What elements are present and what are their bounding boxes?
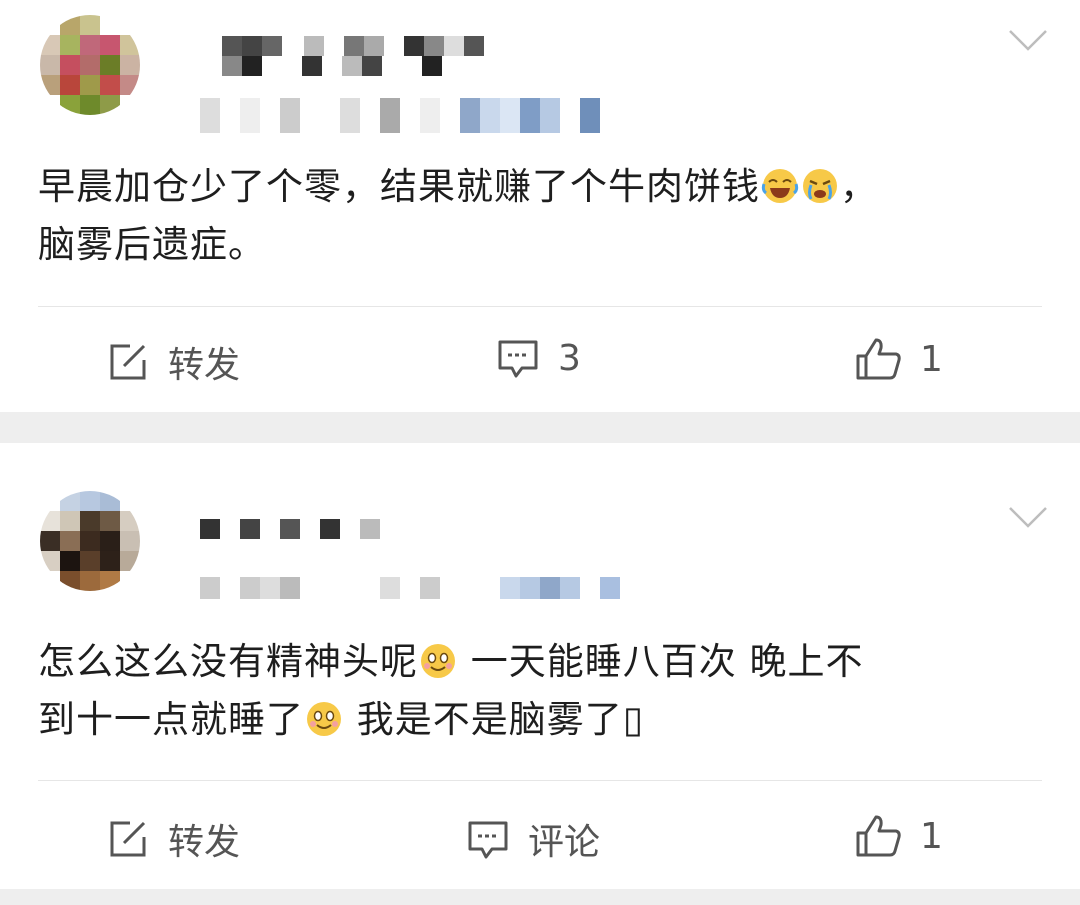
like-count: 1 bbox=[920, 338, 943, 380]
comment-button[interactable]: 3 bbox=[496, 336, 581, 380]
repost-label: 转发 bbox=[168, 822, 241, 863]
thumbs-up-icon bbox=[856, 338, 901, 380]
smile-emoji bbox=[307, 702, 341, 736]
repost-button[interactable]: 转发 bbox=[106, 813, 240, 865]
divider bbox=[38, 306, 1042, 307]
post-card: 早晨加仓少了个零，结果就赚了个牛肉饼钱 ， 脑雾后遗症。 转发 3 1 bbox=[0, 0, 1080, 412]
like-button[interactable]: 1 bbox=[854, 336, 943, 382]
crying-emoji bbox=[803, 169, 837, 203]
chevron-down-icon[interactable] bbox=[1008, 28, 1048, 52]
like-count: 1 bbox=[920, 815, 943, 857]
username-redacted-row2 bbox=[222, 56, 442, 76]
comment-icon bbox=[498, 340, 538, 378]
post-meta-redacted bbox=[200, 577, 620, 599]
repost-label: 转发 bbox=[168, 345, 241, 386]
thumbs-up-icon bbox=[856, 815, 901, 857]
divider bbox=[38, 780, 1042, 781]
post-content: 怎么这么没有精神头呢 一天能睡八百次 晚上不 到十一点就睡了 我是不是脑雾了▯ bbox=[38, 633, 1038, 749]
smile-emoji bbox=[421, 644, 455, 678]
post-text-line1a: 怎么这么没有精神头呢 bbox=[38, 640, 418, 683]
repost-button[interactable]: 转发 bbox=[106, 336, 240, 388]
laughing-tears-emoji bbox=[761, 169, 799, 203]
comment-count: 3 bbox=[558, 337, 581, 379]
post-text-punct: ， bbox=[840, 165, 878, 208]
username-redacted[interactable] bbox=[200, 519, 380, 539]
like-button[interactable]: 1 bbox=[854, 813, 943, 859]
post-text-line1: 早晨加仓少了个零，结果就赚了个牛肉饼钱 bbox=[38, 165, 760, 208]
avatar[interactable] bbox=[40, 15, 140, 115]
username-redacted[interactable] bbox=[222, 36, 484, 56]
missing-glyph: ▯ bbox=[622, 698, 645, 741]
comment-label: 评论 bbox=[528, 822, 601, 863]
comment-icon bbox=[468, 821, 508, 859]
avatar[interactable] bbox=[40, 491, 140, 591]
chevron-down-icon[interactable] bbox=[1008, 505, 1048, 529]
post-content: 早晨加仓少了个零，结果就赚了个牛肉饼钱 ， 脑雾后遗症。 bbox=[38, 158, 1038, 274]
post-text-line2b: 我是不是脑雾了 bbox=[344, 698, 623, 741]
post-text-line1b: 一天能睡八百次 晚上不 bbox=[458, 640, 864, 683]
comment-button[interactable]: 评论 bbox=[466, 813, 600, 865]
post-meta-redacted bbox=[200, 98, 600, 133]
post-text-line2a: 到十一点就睡了 bbox=[38, 698, 304, 741]
repost-icon bbox=[110, 344, 146, 380]
repost-icon bbox=[110, 821, 146, 857]
post-text-line2: 脑雾后遗症。 bbox=[38, 223, 266, 266]
post-card: 怎么这么没有精神头呢 一天能睡八百次 晚上不 到十一点就睡了 我是不是脑雾了▯ … bbox=[0, 443, 1080, 889]
